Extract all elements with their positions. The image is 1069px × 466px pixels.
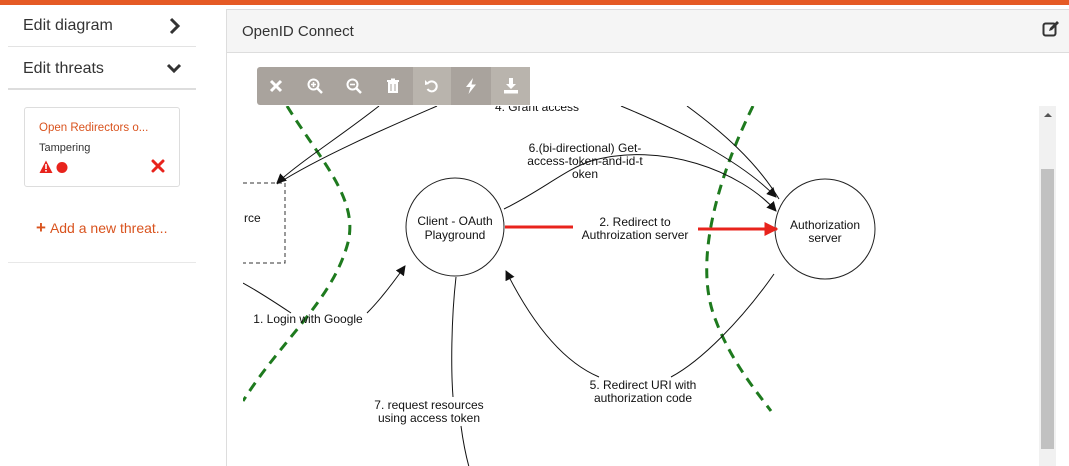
divider bbox=[8, 262, 196, 263]
flow-1-label: 1. Login with Google bbox=[253, 312, 363, 326]
trash-icon bbox=[387, 78, 399, 93]
client-process-node: Client - OAuth Playground bbox=[405, 177, 505, 277]
auth-server-label-2: server bbox=[808, 231, 841, 245]
flow-6-label-3: oken bbox=[572, 167, 598, 181]
add-threat-button[interactable]: + Add a new threat... bbox=[36, 218, 167, 238]
client-label-2: Playground bbox=[425, 228, 486, 242]
sidebar: Edit diagram Edit threats Open Redirecto… bbox=[8, 5, 196, 466]
plus-icon: + bbox=[36, 218, 46, 237]
external-entity-label: rce bbox=[244, 211, 261, 225]
zoom-in-icon bbox=[307, 78, 323, 94]
flow-6-label-2: access-token-and-id-t bbox=[527, 154, 643, 168]
flow-7-line-b bbox=[460, 425, 470, 466]
trust-boundary-right bbox=[705, 106, 773, 412]
edit-diagram-toggle[interactable]: Edit diagram bbox=[8, 5, 196, 47]
edit-threats-label: Edit threats bbox=[23, 60, 104, 77]
flow-4-label: 4. Grant access bbox=[495, 106, 579, 114]
close-button[interactable] bbox=[257, 67, 295, 105]
threat-type-label: Tampering bbox=[39, 142, 91, 154]
add-threat-label: Add a new threat... bbox=[49, 220, 168, 236]
flow-line bbox=[276, 106, 380, 184]
panel-title: OpenID Connect bbox=[242, 23, 354, 40]
client-label-1: Client - OAuth bbox=[417, 214, 492, 228]
edit-threats-toggle[interactable]: Edit threats bbox=[8, 48, 196, 90]
flow-7-line bbox=[451, 276, 457, 398]
caret-up-icon bbox=[1043, 112, 1052, 117]
panel-header: OpenID Connect bbox=[227, 10, 1069, 53]
flow-1-line bbox=[243, 282, 292, 314]
download-button[interactable] bbox=[491, 67, 530, 105]
edit-icon[interactable] bbox=[1042, 20, 1060, 38]
flow-5-label-1: 5. Redirect URI with bbox=[590, 378, 697, 392]
flow-7-label-1: 7. request resources bbox=[374, 398, 483, 412]
flow-line bbox=[686, 106, 780, 200]
warning-triangle-icon bbox=[39, 160, 53, 173]
status-dot-icon bbox=[56, 162, 68, 173]
zoom-out-button[interactable] bbox=[335, 67, 373, 105]
bolt-icon bbox=[466, 78, 476, 94]
remove-threat-icon[interactable] bbox=[151, 158, 165, 174]
threat-model-diagram: rce Client - OAuth Playground Authorizat… bbox=[243, 106, 876, 466]
flow-2-label-2: Authroization server bbox=[582, 228, 689, 242]
flow-1-line-b bbox=[366, 265, 406, 314]
threat-card: Open Redirectors o... Tampering bbox=[24, 107, 180, 187]
flow-line bbox=[276, 106, 438, 185]
threat-severity-icons bbox=[39, 160, 68, 173]
flow-7-label-2: using access token bbox=[378, 411, 480, 425]
flow-2-label-1: 2. Redirect to bbox=[599, 215, 671, 229]
delete-button[interactable] bbox=[374, 67, 412, 105]
zoom-in-button[interactable] bbox=[296, 67, 334, 105]
auth-server-node: Authorization server bbox=[774, 178, 876, 280]
flow-5-label-2: authorization code bbox=[594, 391, 692, 405]
trust-boundary-left bbox=[243, 106, 352, 402]
zoom-out-icon bbox=[346, 78, 362, 94]
undo-button[interactable] bbox=[413, 67, 451, 105]
scroll-up-button[interactable] bbox=[1039, 106, 1056, 123]
diagram-toolbar bbox=[257, 67, 530, 105]
close-icon bbox=[269, 79, 283, 93]
auth-server-label-1: Authorization bbox=[790, 218, 860, 232]
diagram-canvas[interactable]: rce Client - OAuth Playground Authorizat… bbox=[243, 106, 1041, 466]
flow-5-line bbox=[670, 273, 775, 378]
chevron-down-icon bbox=[166, 63, 182, 74]
scrollbar-thumb[interactable] bbox=[1041, 169, 1054, 449]
undo-icon bbox=[425, 80, 438, 93]
download-icon bbox=[503, 78, 518, 94]
threat-title-link[interactable]: Open Redirectors o... bbox=[39, 122, 167, 134]
chevron-right-icon bbox=[169, 17, 181, 35]
flow-line bbox=[620, 106, 777, 198]
edit-diagram-label: Edit diagram bbox=[23, 17, 113, 34]
vertical-scrollbar[interactable] bbox=[1039, 106, 1056, 466]
flow-5-line-b bbox=[505, 270, 600, 378]
diagram-panel: OpenID Connect rce Client - OAuth Playgr… bbox=[226, 9, 1069, 466]
bolt-button[interactable] bbox=[452, 67, 490, 105]
flow-6-label-1: 6.(bi-directional) Get- bbox=[529, 141, 642, 155]
